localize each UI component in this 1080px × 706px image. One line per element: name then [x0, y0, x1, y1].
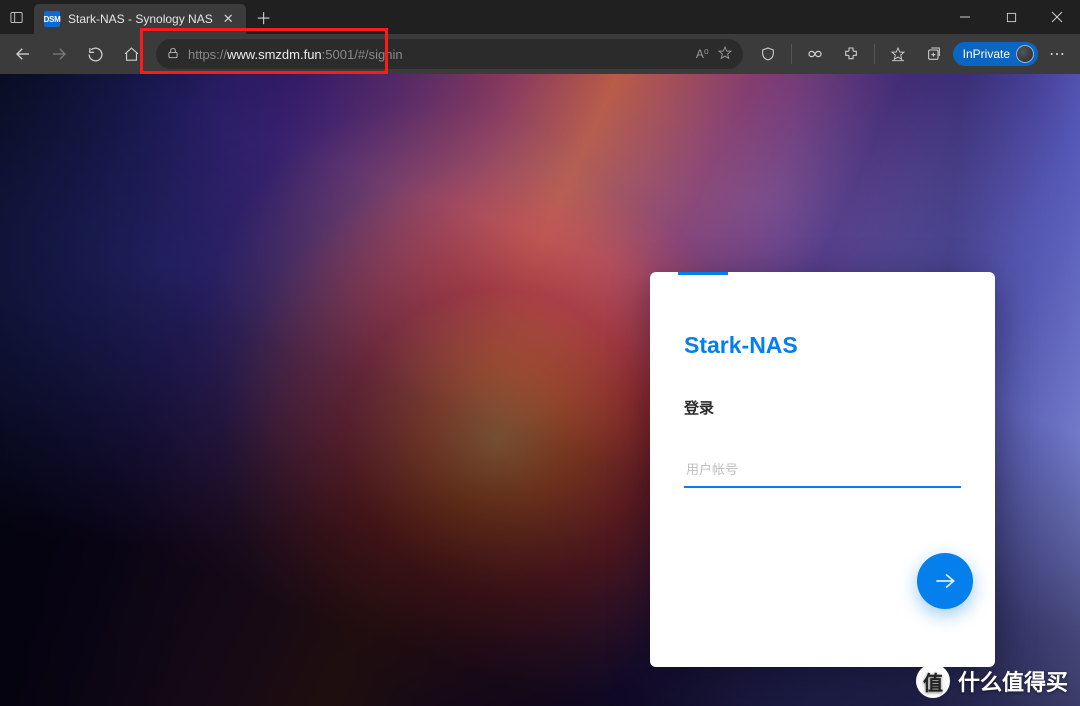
- tab-title: Stark-NAS - Synology NAS: [68, 12, 213, 26]
- read-aloud-icon[interactable]: A⁰: [696, 47, 709, 61]
- window-close-button[interactable]: [1034, 0, 1080, 34]
- login-card: Stark-NAS 登录: [650, 272, 995, 667]
- url-path: :5001/#/signin: [322, 47, 403, 62]
- tab-actions-icon[interactable]: [8, 9, 24, 25]
- tab-favicon: DSM: [44, 11, 60, 27]
- page-viewport: Stark-NAS 登录 值 什么值得买: [0, 74, 1080, 706]
- url-host: www.smzdm.fun: [227, 47, 322, 62]
- login-title: Stark-NAS: [684, 332, 961, 359]
- new-tab-button[interactable]: ＋: [250, 3, 278, 31]
- login-submit-button[interactable]: [917, 553, 973, 609]
- url-scheme: https://: [188, 47, 227, 62]
- tab-close-icon[interactable]: ✕: [221, 11, 236, 27]
- window-controls: [942, 0, 1080, 34]
- arrow-right-icon: [932, 568, 958, 594]
- nav-forward-button[interactable]: [42, 38, 76, 70]
- window-maximize-button[interactable]: [988, 0, 1034, 34]
- watermark-badge: 值: [916, 664, 950, 698]
- shield-icon[interactable]: [751, 38, 785, 70]
- username-input[interactable]: [684, 452, 961, 488]
- collections-icon[interactable]: [917, 38, 951, 70]
- settings-menu-button[interactable]: ⋯: [1040, 44, 1074, 64]
- watermark: 值 什么值得买: [916, 664, 1068, 698]
- favorites-bar-icon[interactable]: [881, 38, 915, 70]
- inprivate-badge[interactable]: InPrivate: [953, 42, 1038, 66]
- inprivate-label: InPrivate: [963, 47, 1010, 61]
- address-bar[interactable]: https://www.smzdm.fun:5001/#/signin A⁰: [156, 39, 743, 69]
- login-subtitle: 登录: [684, 397, 961, 418]
- favorite-icon[interactable]: [717, 45, 733, 64]
- separator: [874, 44, 875, 64]
- lock-icon[interactable]: [166, 46, 180, 63]
- nav-home-button[interactable]: [114, 38, 148, 70]
- extensions-icon[interactable]: [834, 38, 868, 70]
- address-url: https://www.smzdm.fun:5001/#/signin: [188, 47, 403, 62]
- tab-strip: DSM Stark-NAS - Synology NAS ✕ ＋: [0, 0, 278, 34]
- nav-back-button[interactable]: [6, 38, 40, 70]
- nav-refresh-button[interactable]: [78, 38, 112, 70]
- profile-avatar-icon: [1016, 45, 1034, 63]
- separator: [791, 44, 792, 64]
- browser-toolbar: https://www.smzdm.fun:5001/#/signin A⁰ I…: [0, 34, 1080, 74]
- window-minimize-button[interactable]: [942, 0, 988, 34]
- browser-tab[interactable]: DSM Stark-NAS - Synology NAS ✕: [34, 4, 246, 34]
- toolbar-right: InPrivate ⋯: [751, 38, 1074, 70]
- watermark-text: 什么值得买: [958, 665, 1068, 697]
- infinity-icon[interactable]: [798, 38, 832, 70]
- window-titlebar: DSM Stark-NAS - Synology NAS ✕ ＋: [0, 0, 1080, 34]
